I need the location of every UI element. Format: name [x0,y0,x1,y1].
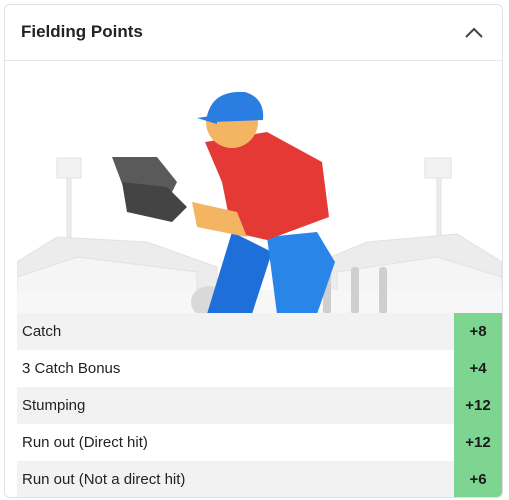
chevron-up-icon[interactable] [462,21,486,45]
points-table: Catch +8 3 Catch Bonus +4 Stumping +12 R… [17,313,502,497]
table-row: Run out (Direct hit) +12 [17,424,502,461]
fielding-points-card: Fielding Points Catch +8 3 Catch Bonus +… [4,4,503,498]
points-badge: +12 [454,387,502,424]
points-badge: +8 [454,313,502,350]
row-label: Run out (Not a direct hit) [22,471,186,488]
row-label: Stumping [22,397,86,414]
points-badge: +12 [454,424,502,461]
row-label: 3 Catch Bonus [22,360,121,377]
table-row: Stumping +12 [17,387,502,424]
section-header[interactable]: Fielding Points [5,5,502,61]
stadium-right-icon [306,157,502,298]
table-row: 3 Catch Bonus +4 [17,350,502,387]
gloves-icon [112,157,187,222]
row-label: Catch [22,323,62,340]
stadium-left-icon [17,157,218,298]
section-title: Fielding Points [21,22,143,41]
table-row: Run out (Not a direct hit) +6 [17,461,502,497]
wicketkeeper-illustration [17,62,502,314]
points-badge: +4 [454,350,502,387]
table-row: Catch +8 [17,313,502,350]
points-badge: +6 [454,461,502,497]
row-label: Run out (Direct hit) [22,434,148,451]
